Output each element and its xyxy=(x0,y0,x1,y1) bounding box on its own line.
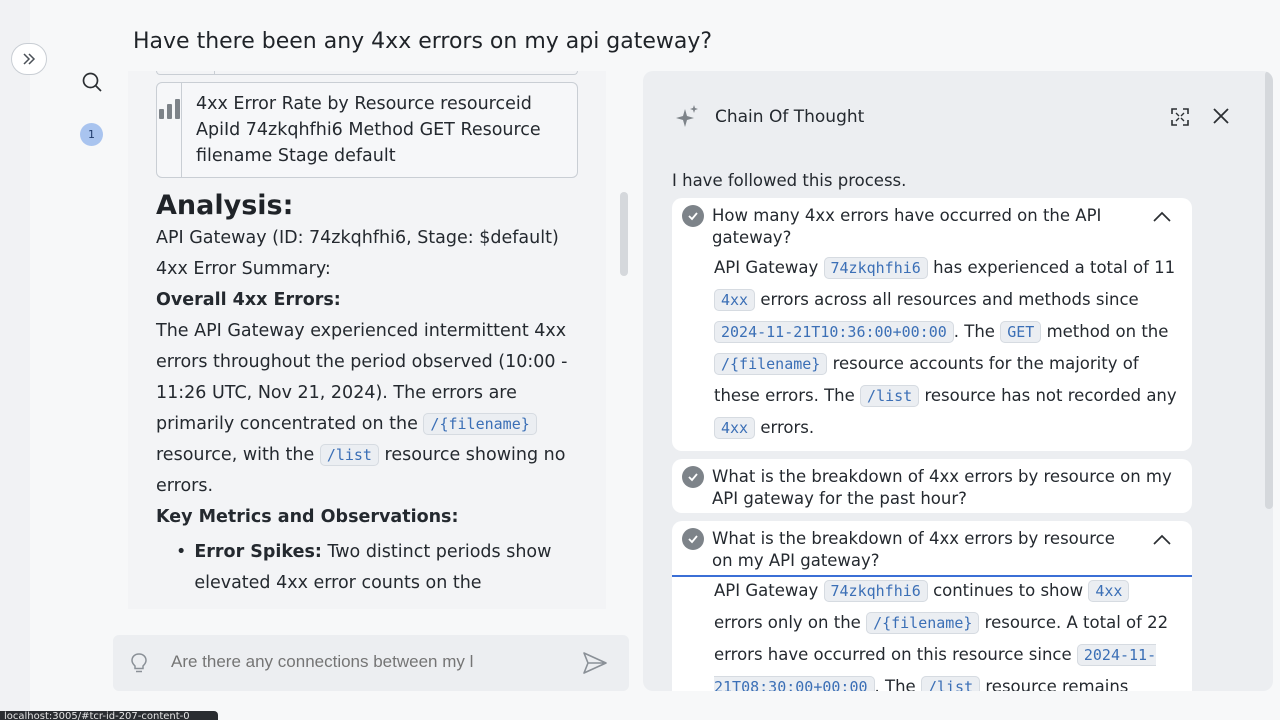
cot-title: Chain Of Thought xyxy=(715,107,865,127)
check-circle-icon xyxy=(682,205,704,227)
overall-paragraph: The API Gateway experienced intermittent… xyxy=(156,321,568,496)
search-button[interactable] xyxy=(80,70,104,94)
expand-icon[interactable] xyxy=(1170,107,1190,131)
expand-sidebar-button[interactable] xyxy=(11,43,47,75)
chevron-up-icon[interactable] xyxy=(1152,531,1172,550)
cot-step-3[interactable]: What is the breakdown of 4xx errors by r… xyxy=(672,521,1192,691)
chevrons-right-icon xyxy=(23,53,36,65)
chevron-up-icon[interactable] xyxy=(1152,208,1172,227)
cot-scrollbar[interactable] xyxy=(1265,71,1273,509)
cot-header: Chain Of Thought xyxy=(673,103,864,131)
tool-card[interactable]: 4xx Error Rate by Resource resourceid Ap… xyxy=(156,82,578,178)
previous-tool-card[interactable] xyxy=(156,71,578,75)
left-rail xyxy=(0,0,30,720)
chat-scrollbar[interactable] xyxy=(620,192,628,276)
check-circle-icon xyxy=(682,466,704,488)
step-answer: API Gateway 74zkqhfhi6 has experienced a… xyxy=(714,257,1177,439)
close-icon[interactable] xyxy=(1211,106,1231,130)
sparkles-icon xyxy=(676,105,698,127)
summary-line: API Gateway (ID: 74zkqhfhi6, Stage: $def… xyxy=(156,228,559,248)
page-question-title: Have there been any 4xx errors on my api… xyxy=(133,29,713,54)
cot-step-2[interactable]: What is the breakdown of 4xx errors by r… xyxy=(672,459,1192,513)
chat-scroll-content: 4xx Error Rate by Resource resourceid Ap… xyxy=(156,71,578,599)
cot-step-1[interactable]: How many 4xx errors have occurred on the… xyxy=(672,198,1192,451)
code-filename: /{filename} xyxy=(423,413,537,435)
overall-heading: Overall 4xx Errors: xyxy=(156,290,341,310)
search-icon xyxy=(82,72,102,92)
list-item: • Error Spikes: Two distinct periods sho… xyxy=(176,542,552,593)
bar-chart-icon xyxy=(159,99,180,119)
chat-input-box xyxy=(113,635,629,691)
chat-panel: 4xx Error Rate by Resource resourceid Ap… xyxy=(128,71,606,609)
check-circle-icon xyxy=(682,528,704,550)
send-icon[interactable] xyxy=(582,651,608,679)
step-question: What is the breakdown of 4xx errors by r… xyxy=(712,467,1172,508)
analysis-heading: Analysis: xyxy=(156,190,294,221)
chat-input[interactable] xyxy=(171,652,501,672)
code-list: /list xyxy=(319,444,379,466)
notification-badge[interactable]: 1 xyxy=(80,123,103,146)
status-bar-url: localhost:3005/#tcr-id-207-content-0 xyxy=(0,711,218,720)
cot-intro: I have followed this process. xyxy=(672,171,907,190)
chain-of-thought-panel: Chain Of Thought I have followed this pr… xyxy=(643,71,1273,691)
tool-card-text: 4xx Error Rate by Resource resourceid Ap… xyxy=(196,94,541,166)
metrics-heading: Key Metrics and Observations: xyxy=(156,507,459,527)
step-answer: API Gateway 74zkqhfhi6 continues to show… xyxy=(714,575,1180,691)
summary-subheading: 4xx Error Summary: xyxy=(156,259,331,279)
step-question: How many 4xx errors have occurred on the… xyxy=(712,206,1102,247)
lightbulb-icon[interactable] xyxy=(129,652,149,678)
step-question: What is the breakdown of 4xx errors by r… xyxy=(712,529,1115,570)
